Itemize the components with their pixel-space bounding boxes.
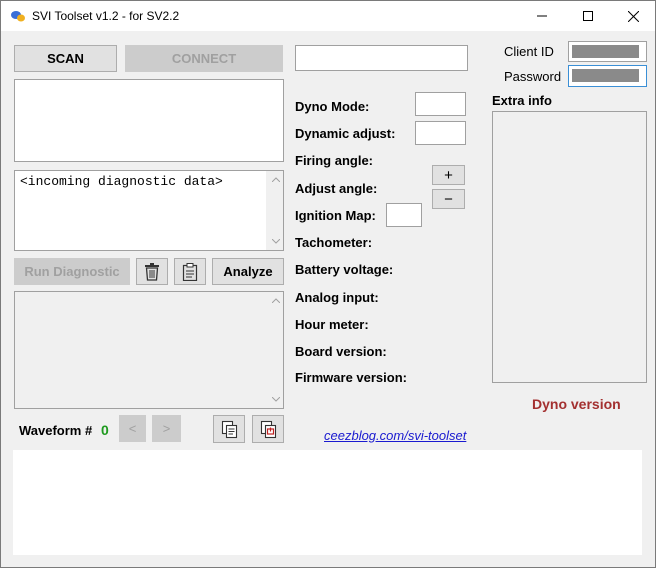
extra-info-panel[interactable]	[492, 111, 647, 383]
ignition-map-input[interactable]	[386, 203, 422, 227]
run-diagnostic-button[interactable]: Run Diagnostic	[14, 258, 130, 285]
firing-angle-label: Firing angle:	[295, 153, 373, 168]
masked-value	[572, 45, 639, 58]
clear-button[interactable]	[136, 258, 168, 285]
copy-icon	[221, 420, 237, 438]
scan-button[interactable]: SCAN	[14, 45, 117, 72]
adjust-angle-label: Adjust angle:	[295, 181, 378, 196]
paste-button[interactable]	[174, 258, 206, 285]
waveform-number: 0	[101, 422, 109, 438]
ignition-map-label: Ignition Map:	[295, 208, 376, 223]
export-icon	[260, 420, 276, 438]
analog-input-label: Analog input:	[295, 290, 379, 305]
scroll-up-icon[interactable]	[267, 292, 284, 309]
window-title: SVI Toolset v1.2 - for SV2.2	[32, 9, 180, 23]
battery-voltage-label: Battery voltage:	[295, 262, 394, 277]
password-label: Password	[504, 69, 562, 84]
export-waveform-button[interactable]	[252, 415, 284, 443]
maximize-icon	[583, 11, 593, 21]
connect-button[interactable]: CONNECT	[125, 45, 283, 72]
dynamic-adjust-input[interactable]	[415, 121, 466, 145]
decrease-button[interactable]: −	[432, 189, 465, 209]
scroll-down-icon[interactable]	[267, 391, 284, 408]
analysis-scrollbar[interactable]	[266, 292, 283, 408]
diagnostic-placeholder: <incoming diagnostic data>	[20, 174, 223, 189]
client-id-input[interactable]	[568, 41, 647, 62]
scroll-up-icon[interactable]	[267, 171, 284, 188]
close-icon	[627, 10, 639, 22]
extra-info-label: Extra info	[492, 93, 552, 108]
minimize-button[interactable]	[519, 1, 565, 31]
increase-button[interactable]: +	[432, 165, 465, 185]
device-list[interactable]	[14, 79, 284, 162]
diagnostic-output[interactable]: <incoming diagnostic data>	[14, 170, 284, 251]
prev-waveform-button[interactable]: <	[119, 415, 146, 442]
trash-icon	[145, 262, 159, 281]
firmware-version-label: Firmware version:	[295, 370, 407, 385]
minimize-icon	[537, 15, 547, 17]
clipboard-icon	[182, 262, 198, 281]
app-icon	[11, 11, 25, 22]
title-bar: SVI Toolset v1.2 - for SV2.2	[1, 1, 655, 31]
maximize-button[interactable]	[565, 1, 611, 31]
version-label: Dyno version	[532, 396, 621, 412]
dyno-mode-input[interactable]	[415, 92, 466, 116]
close-button[interactable]	[610, 1, 656, 31]
website-link[interactable]: ceezblog.com/svi-toolset	[324, 428, 466, 443]
status-field[interactable]	[295, 45, 468, 71]
copy-waveform-button[interactable]	[213, 415, 245, 443]
diagnostic-scrollbar[interactable]	[266, 171, 283, 250]
dynamic-adjust-label: Dynamic adjust:	[295, 126, 396, 141]
app-window: SVI Toolset v1.2 - for SV2.2 SCAN CONNEC…	[0, 0, 656, 568]
tachometer-label: Tachometer:	[295, 235, 373, 250]
scroll-down-icon[interactable]	[267, 233, 284, 250]
board-version-label: Board version:	[295, 344, 387, 359]
password-input[interactable]	[568, 65, 647, 87]
client-id-label: Client ID	[504, 44, 554, 59]
waveform-label: Waveform #	[19, 423, 93, 438]
dyno-mode-label: Dyno Mode:	[295, 99, 370, 114]
masked-value	[572, 69, 639, 82]
analysis-output[interactable]	[14, 291, 284, 409]
analyze-button[interactable]: Analyze	[212, 258, 284, 285]
next-waveform-button[interactable]: >	[152, 415, 181, 442]
hour-meter-label: Hour meter:	[295, 317, 369, 332]
waveform-display[interactable]	[13, 450, 642, 555]
